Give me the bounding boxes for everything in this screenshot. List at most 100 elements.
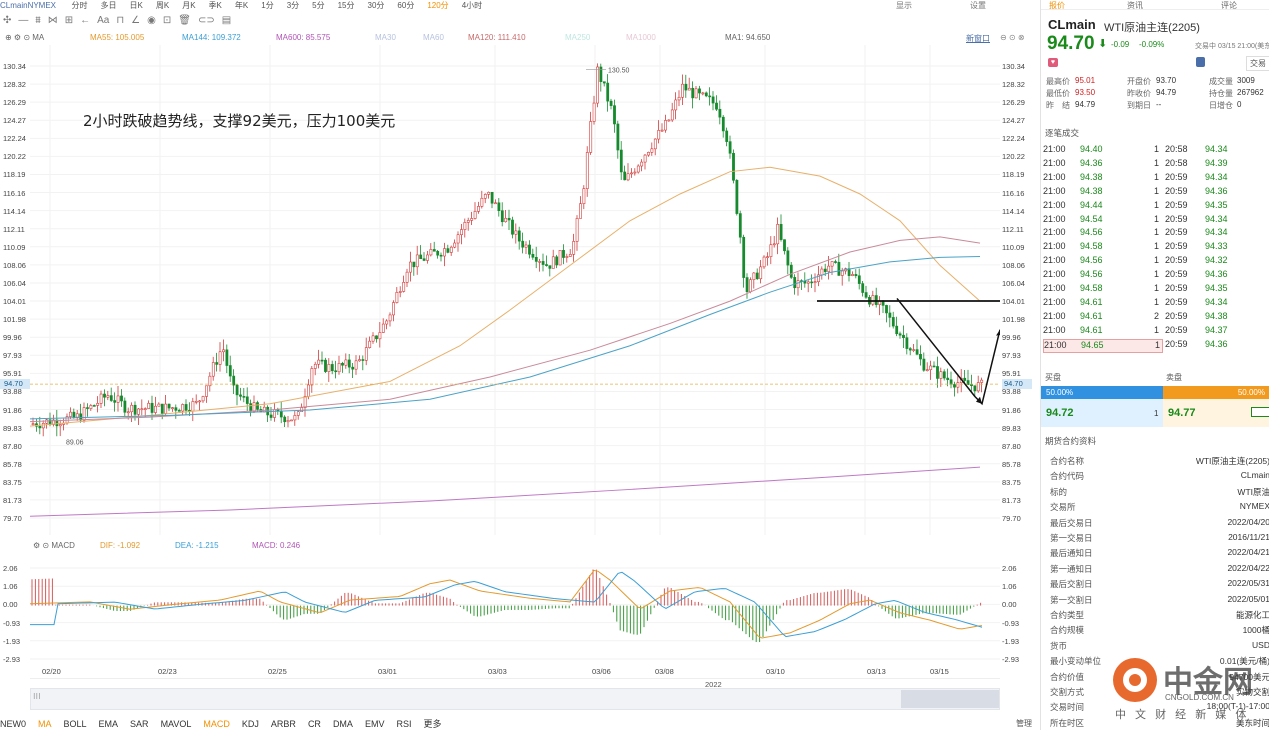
top-right-item-1[interactable]: 设置 xyxy=(970,0,986,11)
back-icon[interactable]: ← xyxy=(80,15,90,26)
favorite-heart-icon[interactable]: ♥ xyxy=(1048,58,1058,67)
candle-body xyxy=(58,424,62,427)
period-10[interactable]: 15分 xyxy=(338,1,355,10)
tab-quote[interactable]: 报价 xyxy=(1049,0,1065,11)
candle-body xyxy=(653,138,657,150)
indicator-tab-9[interactable]: CR xyxy=(308,719,321,729)
candle-body xyxy=(72,411,76,418)
candle-body xyxy=(517,230,521,242)
candle-body xyxy=(198,400,202,403)
line-tool-icon[interactable]: — xyxy=(18,15,28,26)
candle-body xyxy=(116,395,120,403)
candle-body xyxy=(592,102,596,122)
scrollbar-thumb[interactable] xyxy=(901,690,999,708)
candle-body xyxy=(687,87,691,91)
indicator-tab-4[interactable]: SAR xyxy=(130,719,149,729)
lock-icon[interactable]: ⊡ xyxy=(163,15,171,26)
period-3[interactable]: 周K xyxy=(156,1,169,10)
magnet-icon[interactable]: ⊓ xyxy=(116,15,124,26)
candle-body xyxy=(895,325,899,335)
contract-key: 交易时间 xyxy=(1050,702,1085,713)
macd-label[interactable]: MACD xyxy=(51,541,75,550)
indicator-tab-6[interactable]: MACD xyxy=(203,719,230,729)
symbol-label[interactable]: CLmainNYMEX xyxy=(0,1,56,10)
candle-body xyxy=(956,382,960,388)
period-1[interactable]: 多日 xyxy=(101,1,117,10)
chart-scrollbar[interactable]: ⁝⁝⁝ xyxy=(30,688,1000,710)
candle-body xyxy=(871,295,875,305)
candle-body xyxy=(337,362,341,373)
ma-label[interactable]: MA xyxy=(32,33,44,42)
indicator-tab-5[interactable]: MAVOL xyxy=(161,719,192,729)
period-6[interactable]: 年K xyxy=(235,1,248,10)
tab-news[interactable]: 资讯 xyxy=(1127,0,1143,11)
period-4[interactable]: 月K xyxy=(182,1,195,10)
price-tick: 97.93 xyxy=(1002,351,1021,361)
tick-cell: 94.61 xyxy=(1080,310,1103,321)
period-7[interactable]: 1分 xyxy=(261,1,273,10)
indicator-tab-13[interactable]: 更多 xyxy=(423,719,441,729)
period-2[interactable]: 日K xyxy=(130,1,143,10)
candle-body xyxy=(657,130,661,140)
crosshair-icon[interactable]: ✣ xyxy=(3,15,11,26)
grid-tool-icon[interactable]: ⊞ xyxy=(65,15,73,26)
scroll-dots-icon[interactable]: ⁝⁝⁝ xyxy=(33,692,41,701)
period-5[interactable]: 季K xyxy=(209,1,222,10)
tab-comments[interactable]: 评论 xyxy=(1221,0,1237,11)
period-13[interactable]: 120分 xyxy=(427,1,448,10)
share-icon[interactable] xyxy=(1196,57,1205,67)
tick-cell: 1 xyxy=(1154,199,1160,210)
indicator-tab-11[interactable]: EMV xyxy=(365,719,385,729)
indicator-tab-2[interactable]: BOLL xyxy=(64,719,87,729)
candle-body xyxy=(466,220,470,223)
period-14[interactable]: 4小时 xyxy=(462,1,482,10)
wave-tool-icon[interactable]: ⋈ xyxy=(48,15,58,26)
bid-box[interactable]: 94.72 1 xyxy=(1041,399,1163,427)
link-icon[interactable]: ⊂⊃ xyxy=(198,15,215,26)
period-0[interactable]: 分时 xyxy=(72,1,88,10)
eye-icon[interactable]: ◉ xyxy=(147,15,156,26)
period-9[interactable]: 5分 xyxy=(312,1,324,10)
tick-row: 21:00 94.61 1 xyxy=(1043,297,1268,311)
top-right-item-0[interactable]: 显示 xyxy=(896,0,912,11)
tick-price: 94.39 xyxy=(1205,157,1228,168)
candle-body xyxy=(279,410,283,418)
indicator-tab-8[interactable]: ARBR xyxy=(271,719,296,729)
candle-body xyxy=(980,379,984,383)
ruler-icon[interactable]: ∠ xyxy=(131,15,140,26)
period-11[interactable]: 30分 xyxy=(368,1,385,10)
candle-body xyxy=(133,404,137,415)
candle-body xyxy=(619,149,623,173)
indicator-tab-7[interactable]: KDJ xyxy=(242,719,259,729)
tick-time: 20:59 xyxy=(1165,310,1188,321)
candle-body xyxy=(732,152,735,181)
candle-body xyxy=(548,265,552,269)
new-window-button[interactable]: 新窗口 xyxy=(966,33,990,45)
candle-body xyxy=(205,385,208,397)
window-controls-icon[interactable]: ⊖ ⊙ ⊗ xyxy=(1000,33,1025,45)
text-tool-icon[interactable]: Aa xyxy=(97,15,109,26)
candle-body xyxy=(973,385,977,392)
candle-body xyxy=(177,410,181,412)
fib-tool-icon[interactable]: ⩩ xyxy=(35,15,40,26)
tick-time: 20:59 xyxy=(1165,255,1188,266)
ask-box[interactable]: 94.77 xyxy=(1163,399,1269,427)
candle-body xyxy=(412,261,416,268)
period-8[interactable]: 3分 xyxy=(287,1,299,10)
trade-button[interactable]: 交易 xyxy=(1246,56,1269,71)
layers-icon[interactable]: ▤ xyxy=(222,15,231,26)
price-tick-left: 130.34 xyxy=(3,62,26,71)
trash-icon[interactable]: 🗑 xyxy=(178,15,191,26)
manage-button[interactable]: 管理 xyxy=(1016,718,1032,729)
macd-tick-left: 2.06 xyxy=(3,564,18,573)
indicator-tab-12[interactable]: RSI xyxy=(396,719,411,729)
indicator-tab-1[interactable]: MA xyxy=(38,719,52,729)
indicator-tab-3[interactable]: EMA xyxy=(99,719,119,729)
collapse-icon[interactable]: ⊕ ⚙ ⊙ xyxy=(5,33,30,42)
period-12[interactable]: 60分 xyxy=(397,1,414,10)
contract-key: 第一交易日 xyxy=(1050,533,1093,543)
indicator-tab-0[interactable]: NEW0 xyxy=(0,719,26,729)
indicator-tab-10[interactable]: DMA xyxy=(333,719,353,729)
macd-chart[interactable] xyxy=(30,560,1000,665)
candle-body xyxy=(970,384,973,386)
